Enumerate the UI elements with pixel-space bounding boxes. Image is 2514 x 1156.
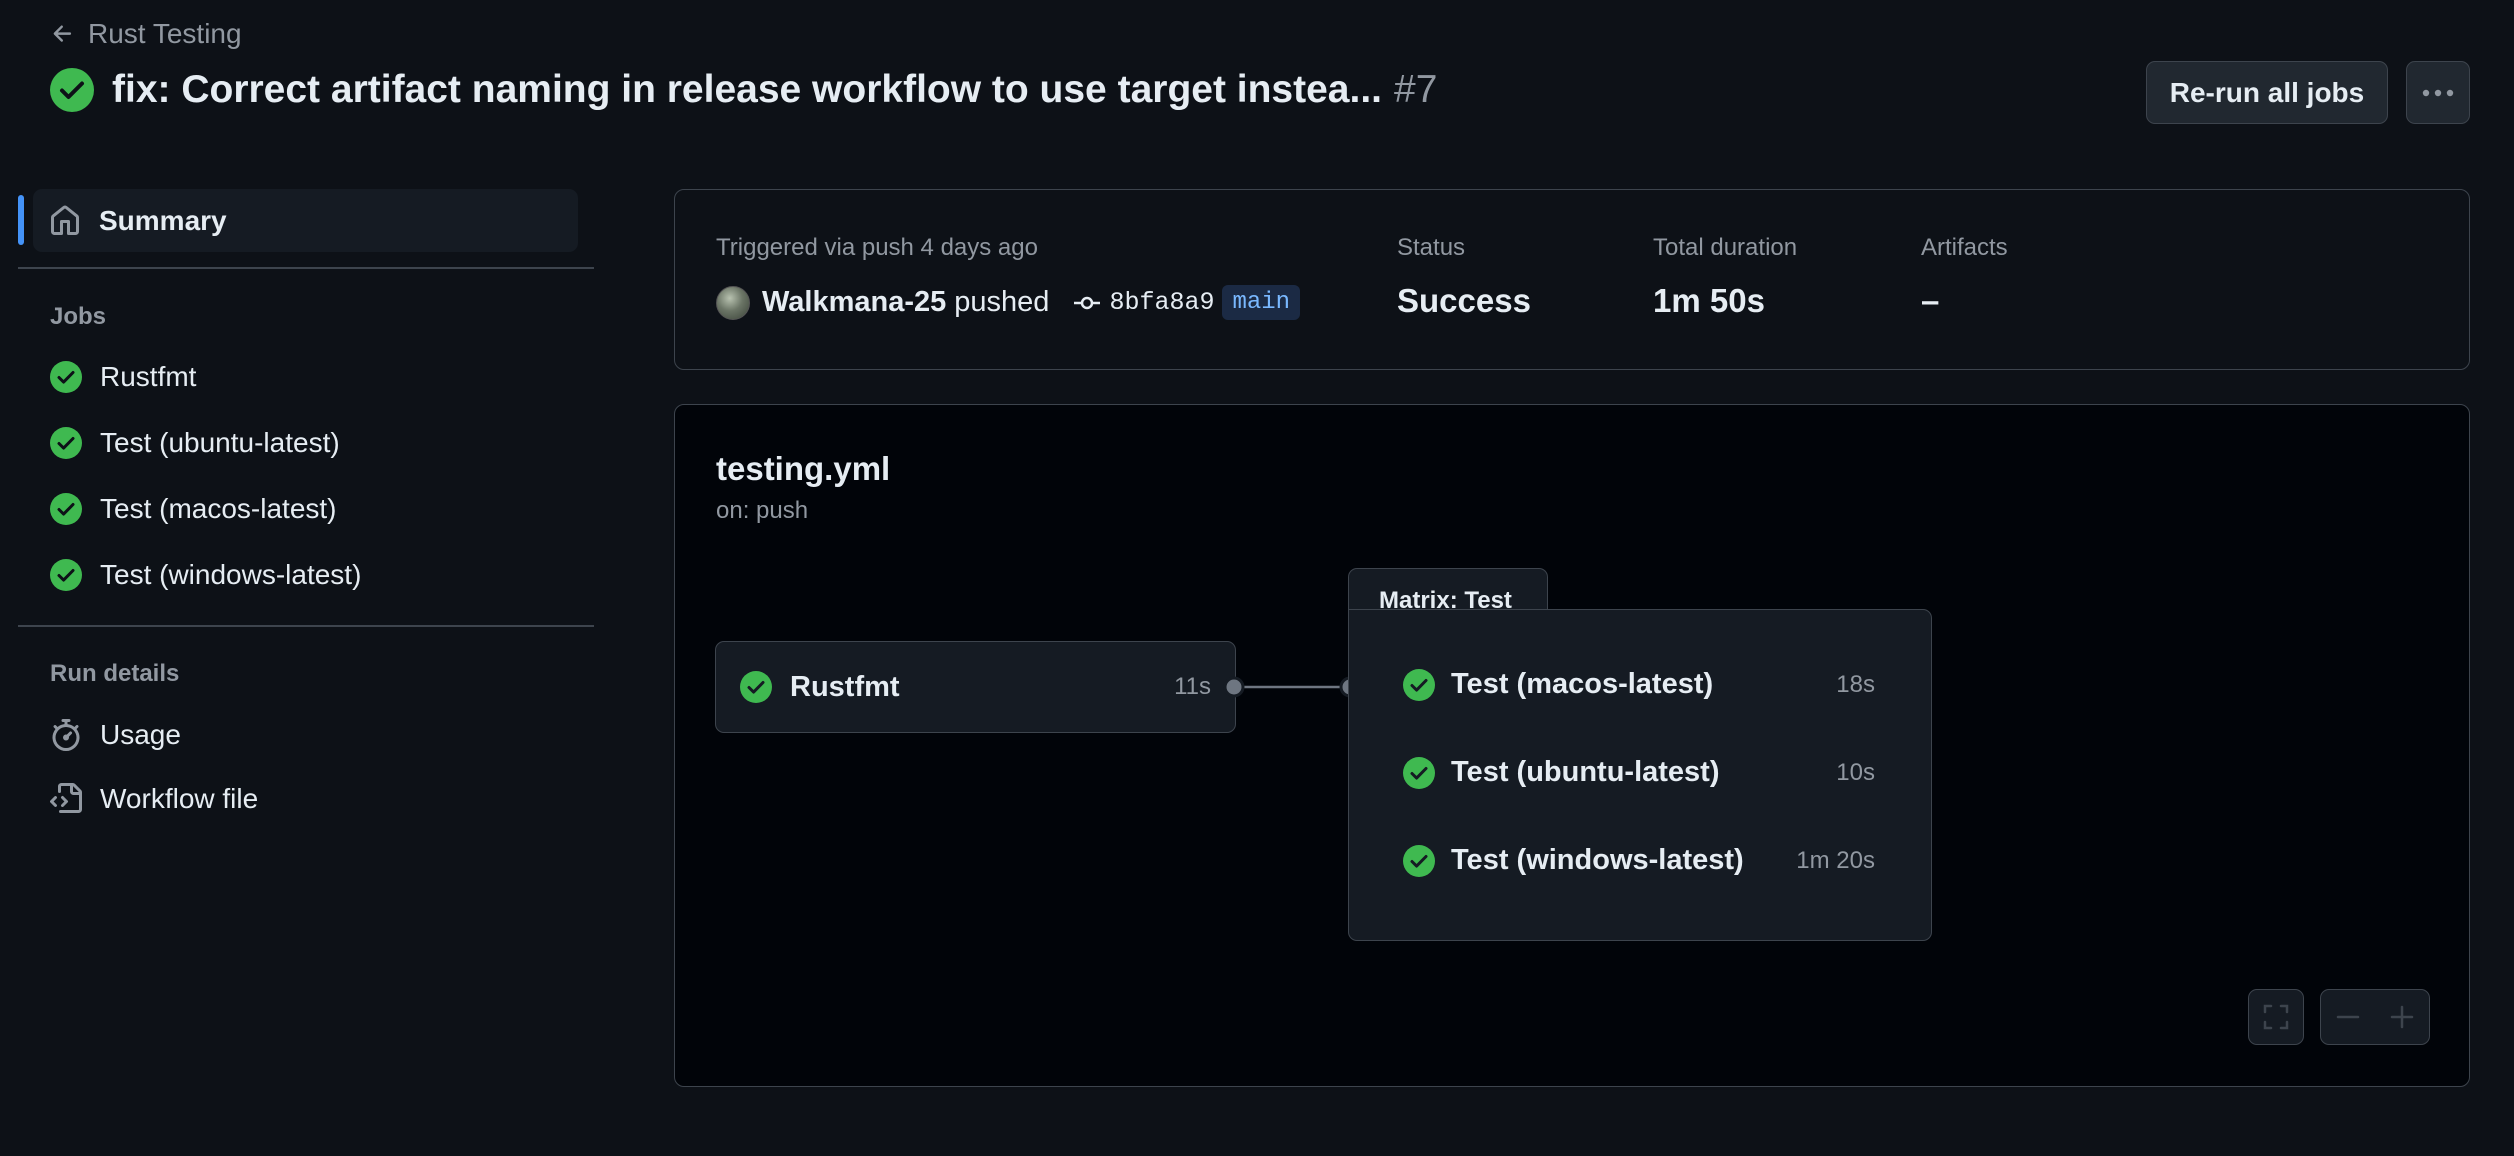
- active-indicator: [18, 195, 24, 245]
- actor-link[interactable]: Walkmana-25: [762, 286, 946, 319]
- run-details-heading: Run details: [50, 660, 180, 687]
- job-name: Test (ubuntu-latest): [1451, 756, 1720, 788]
- git-commit-icon: [1073, 293, 1101, 313]
- job-node-rustfmt[interactable]: Rustfmt 11s: [715, 641, 1236, 733]
- sidebar-item-label: Test (windows-latest): [100, 559, 362, 590]
- sidebar-item-label: Summary: [99, 204, 227, 236]
- matrix-job-macos[interactable]: Test (macos-latest) 18s: [1403, 668, 1875, 701]
- artifacts-value: –: [1921, 282, 1940, 319]
- status-label: Status: [1397, 234, 1466, 261]
- zoom-out-icon[interactable]: [2335, 1004, 2361, 1030]
- stopwatch-icon: [50, 719, 82, 751]
- job-connector: [1223, 676, 1361, 698]
- status-value: Success: [1397, 282, 1531, 319]
- back-link-label: Rust Testing: [88, 18, 242, 49]
- job-duration: 1m 20s: [1796, 846, 1875, 874]
- sidebar-item-job-windows[interactable]: Test (windows-latest): [50, 559, 361, 591]
- sidebar-item-job-macos[interactable]: Test (macos-latest): [50, 493, 337, 525]
- matrix-group: Test (macos-latest) 18s Test (ubuntu-lat…: [1348, 609, 1932, 941]
- screen-full-icon: [2262, 1003, 2290, 1031]
- arrow-left-icon: [50, 21, 76, 47]
- sidebar-item-label: Usage: [100, 719, 181, 750]
- duration-value: 1m 50s: [1653, 282, 1765, 319]
- sidebar-item-job-rustfmt[interactable]: Rustfmt: [50, 361, 196, 393]
- jobs-heading: Jobs: [50, 303, 107, 330]
- sidebar-item-label: Workflow file: [100, 783, 259, 814]
- run-number: #7: [1394, 68, 1438, 111]
- matrix-job-ubuntu[interactable]: Test (ubuntu-latest) 10s: [1403, 756, 1875, 789]
- sidebar-item-label: Rustfmt: [100, 361, 197, 392]
- page-title-text: fix: Correct artifact naming in release …: [112, 68, 1382, 111]
- success-check-icon: [740, 671, 772, 703]
- branch-badge[interactable]: main: [1222, 285, 1301, 320]
- workflow-name: testing.yml: [716, 450, 891, 487]
- success-check-icon: [1403, 668, 1435, 701]
- workflow-trigger: on: push: [716, 497, 809, 524]
- job-name: Test (macos-latest): [1451, 668, 1714, 700]
- trigger-text: Triggered via push 4 days ago: [716, 234, 1038, 261]
- back-link[interactable]: Rust Testing: [50, 18, 242, 50]
- fullscreen-button[interactable]: [2248, 989, 2304, 1045]
- artifacts-label: Artifacts: [1921, 234, 2008, 261]
- job-duration: 10s: [1836, 758, 1875, 786]
- success-check-icon: [50, 68, 94, 112]
- avatar[interactable]: [716, 285, 750, 320]
- more-options-button[interactable]: [2406, 61, 2470, 124]
- matrix-job-windows[interactable]: Test (windows-latest) 1m 20s: [1403, 844, 1875, 877]
- success-check-icon: [50, 559, 82, 591]
- success-check-icon: [50, 361, 82, 393]
- sidebar-item-label: Test (macos-latest): [100, 493, 337, 524]
- sidebar-divider: [18, 267, 594, 269]
- pushed-text: pushed: [954, 286, 1050, 318]
- sidebar-item-job-ubuntu[interactable]: Test (ubuntu-latest): [50, 427, 340, 459]
- sidebar-item-workflow-file[interactable]: Workflow file: [50, 783, 258, 815]
- sidebar-item-summary[interactable]: Summary: [33, 189, 578, 252]
- matrix-label: Matrix: Test: [1348, 568, 1548, 614]
- kebab-horizontal-icon: [2421, 88, 2455, 98]
- run-title-row: fix: Correct artifact naming in release …: [50, 68, 1437, 112]
- success-check-icon: [50, 427, 82, 459]
- duration-label: Total duration: [1653, 234, 1798, 261]
- zoom-in-icon[interactable]: [2389, 1004, 2415, 1030]
- sidebar-item-label: Test (ubuntu-latest): [100, 427, 340, 458]
- job-name: Rustfmt: [790, 670, 900, 703]
- home-icon: [49, 205, 81, 237]
- sidebar-divider: [18, 625, 594, 627]
- job-name: Test (windows-latest): [1451, 844, 1744, 876]
- page-title: fix: Correct artifact naming in release …: [112, 68, 1437, 112]
- zoom-controls: [2320, 989, 2430, 1045]
- push-info: Walkmana-25 pushed 8bfa8a9 main: [716, 285, 1301, 320]
- success-check-icon: [1403, 844, 1435, 877]
- job-duration: 18s: [1836, 670, 1875, 698]
- run-summary-panel: [674, 189, 2470, 370]
- success-check-icon: [50, 493, 82, 525]
- sidebar-item-usage[interactable]: Usage: [50, 719, 181, 751]
- file-code-icon: [50, 783, 82, 815]
- success-check-icon: [1403, 756, 1435, 789]
- job-duration: 11s: [1174, 673, 1211, 700]
- rerun-all-jobs-button[interactable]: Re-run all jobs: [2146, 61, 2388, 124]
- commit-sha-link[interactable]: 8bfa8a9: [1109, 288, 1214, 317]
